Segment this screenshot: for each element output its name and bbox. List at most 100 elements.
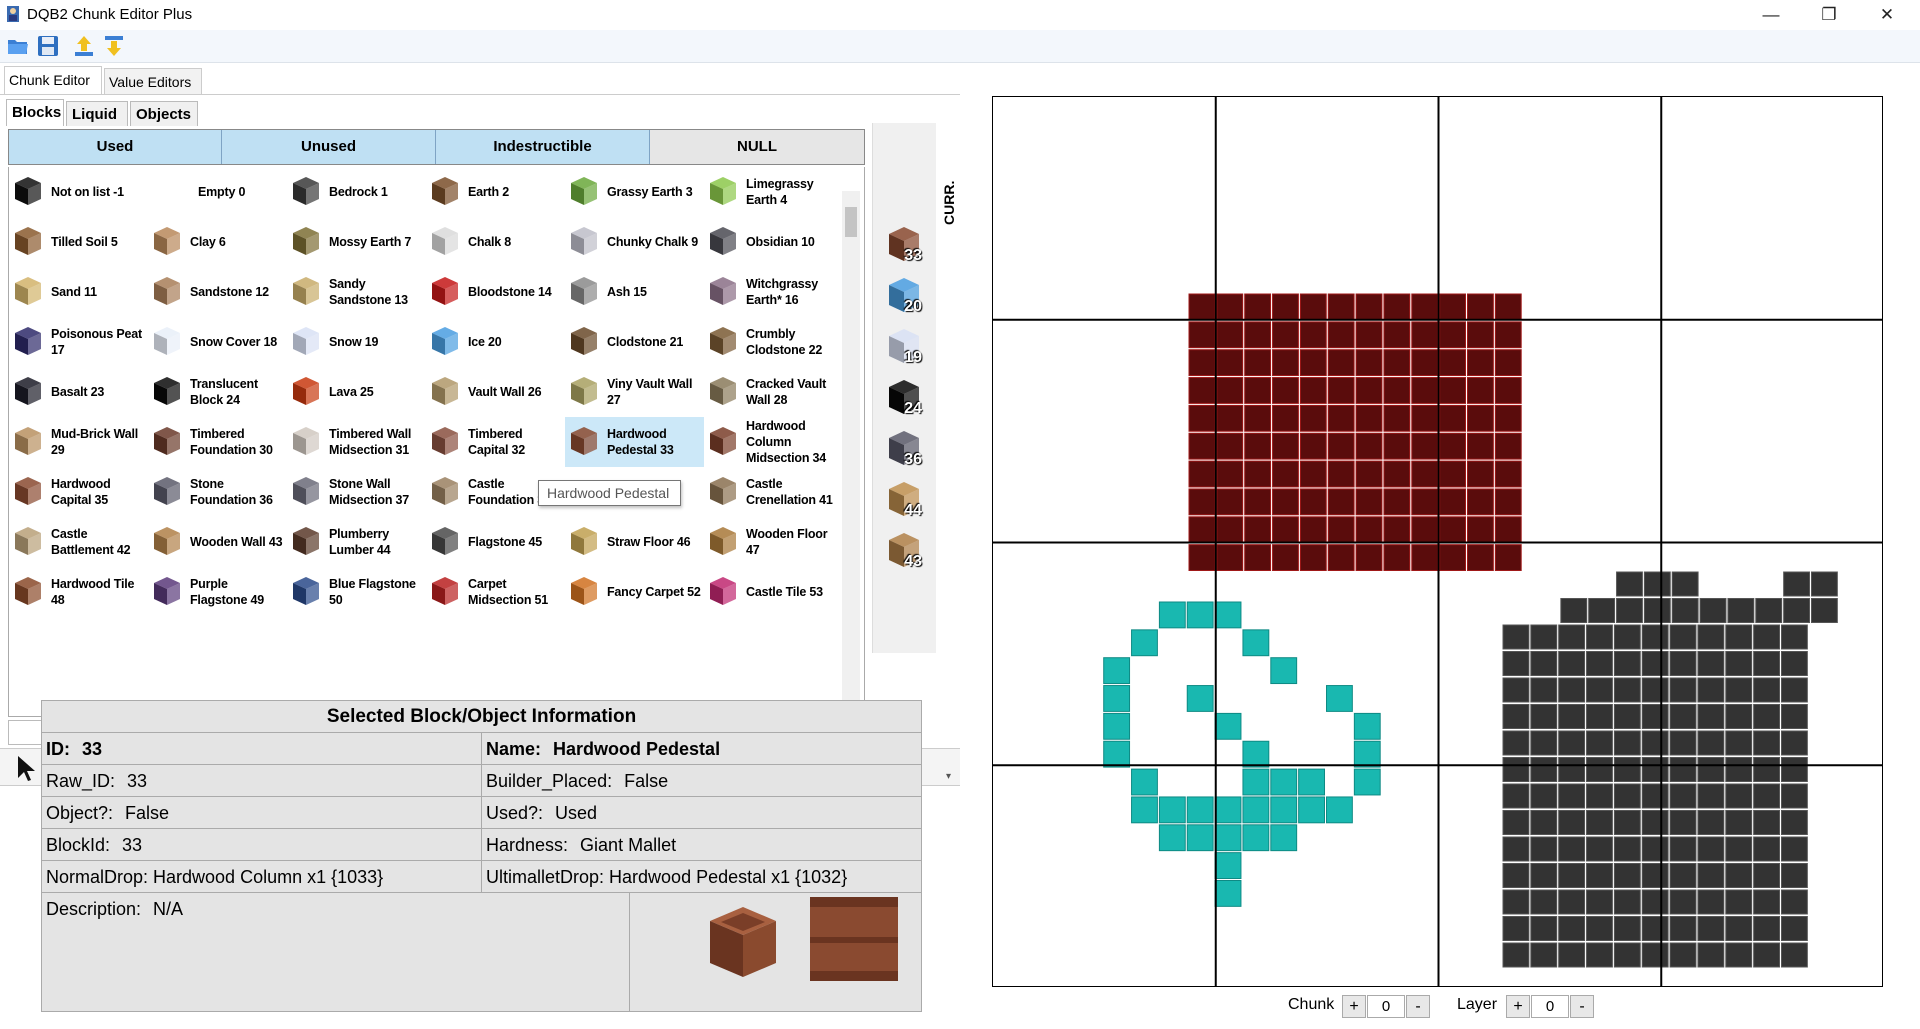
scrollbar-thumb[interactable]: [845, 207, 857, 237]
block-cell[interactable]: Straw Floor 46: [565, 517, 704, 567]
palette-scrollbar[interactable]: [842, 191, 860, 719]
tab-value-editors[interactable]: Value Editors: [104, 68, 202, 95]
block-cell[interactable]: Plumberry Lumber 44: [287, 517, 426, 567]
chunk-minus-button[interactable]: -: [1406, 995, 1430, 1018]
block-cell[interactable]: Limegrassy Earth 4: [704, 167, 843, 217]
block-cell[interactable]: Hardwood Capital 35: [9, 467, 148, 517]
block-cell[interactable]: Mud-Brick Wall 29: [9, 417, 148, 467]
overflow-arrow-icon[interactable]: ▾: [946, 771, 951, 782]
block-cell[interactable]: Hardwood Tile 48: [9, 567, 148, 617]
tab-objects[interactable]: Objects: [130, 101, 198, 126]
dark-block-tile: [1725, 783, 1753, 809]
block-cell[interactable]: Witchgrassy Earth* 16: [704, 267, 843, 317]
filter-unused-button[interactable]: Unused: [222, 130, 436, 164]
block-label: Mud-Brick Wall 29: [51, 427, 139, 457]
chunk-map[interactable]: [992, 96, 1883, 987]
download-icon[interactable]: [102, 34, 126, 58]
dark-block-tile: [1753, 704, 1781, 729]
block-cell[interactable]: Timbered Capital 32: [426, 417, 565, 467]
block-cell[interactable]: Earth 2: [426, 167, 565, 217]
maximize-button[interactable]: ❐: [1806, 0, 1852, 30]
teal-block-tile: [1131, 796, 1158, 824]
filter-null-button[interactable]: NULL: [650, 130, 864, 164]
block-cell[interactable]: Hardwood Pedestal 33: [565, 417, 704, 467]
red-block-tile: [1439, 488, 1466, 516]
block-cell[interactable]: Bedrock 1: [287, 167, 426, 217]
dark-block-tile: [1753, 810, 1781, 835]
close-button[interactable]: ✕: [1864, 0, 1910, 30]
layer-plus-button[interactable]: +: [1506, 995, 1530, 1018]
block-cell[interactable]: Sandy Sandstone 13: [287, 267, 426, 317]
tab-chunk-editor[interactable]: Chunk Editor: [4, 66, 102, 95]
folder-open-icon[interactable]: [6, 34, 30, 58]
current-block-slot[interactable]: 43: [886, 531, 922, 571]
layer-minus-button[interactable]: -: [1570, 995, 1594, 1018]
save-icon[interactable]: [36, 34, 60, 58]
block-cell[interactable]: Castle Battlement 42: [9, 517, 148, 567]
red-block-tile: [1467, 321, 1494, 349]
filter-used-button[interactable]: Used: [9, 130, 222, 164]
block-cell[interactable]: Clodstone 21: [565, 317, 704, 367]
block-cell[interactable]: Flagstone 45: [426, 517, 565, 567]
block-cell[interactable]: Timbered Wall Midsection 31: [287, 417, 426, 467]
pointer-icon[interactable]: [10, 753, 40, 783]
block-cell[interactable]: Snow 19: [287, 317, 426, 367]
block-cell[interactable]: Lava 25: [287, 367, 426, 417]
tab-liquid[interactable]: Liquid: [66, 101, 128, 126]
block-cell[interactable]: Hardwood Column Midsection 34: [704, 417, 843, 467]
block-cell[interactable]: Not on list -1: [9, 167, 148, 217]
block-cell[interactable]: Castle Tile 53: [704, 567, 843, 617]
block-cell[interactable]: Castle Crenellation 41: [704, 467, 843, 517]
block-cell[interactable]: Wooden Floor 47: [704, 517, 843, 567]
block-cell[interactable]: Sand 11: [9, 267, 148, 317]
chunk-map-canvas[interactable]: [993, 97, 1883, 987]
teal-block-tile: [1103, 685, 1131, 712]
current-block-slot[interactable]: 33: [886, 225, 922, 265]
current-block-slot[interactable]: 44: [886, 480, 922, 520]
block-cell[interactable]: Stone Foundation 36: [148, 467, 287, 517]
block-cell[interactable]: Empty 0: [148, 167, 287, 217]
minimize-button[interactable]: —: [1748, 0, 1794, 30]
block-cell[interactable]: Ash 15: [565, 267, 704, 317]
layer-value-input[interactable]: 0: [1531, 995, 1569, 1018]
block-cell[interactable]: Chunky Chalk 9: [565, 217, 704, 267]
block-cell[interactable]: Fancy Carpet 52: [565, 567, 704, 617]
upload-icon[interactable]: [72, 34, 96, 58]
block-cell[interactable]: Grassy Earth 3: [565, 167, 704, 217]
block-cell[interactable]: Purple Flagstone 49: [148, 567, 287, 617]
dark-block-tile: [1725, 810, 1753, 835]
block-cell[interactable]: Obsidian 10: [704, 217, 843, 267]
block-cell[interactable]: Snow Cover 18: [148, 317, 287, 367]
block-cell[interactable]: Sandstone 12: [148, 267, 287, 317]
block-cube-icon: [710, 527, 736, 555]
block-cell[interactable]: Carpet Midsection 51: [426, 567, 565, 617]
block-cell[interactable]: Vault Wall 26: [426, 367, 565, 417]
block-cell[interactable]: Wooden Wall 43: [148, 517, 287, 567]
block-cell[interactable]: Poisonous Peat 17: [9, 317, 148, 367]
filter-indestructible-button[interactable]: Indestructible: [436, 130, 650, 164]
red-block-tile: [1411, 516, 1439, 544]
block-cell[interactable]: Crumbly Clodstone 22: [704, 317, 843, 367]
current-block-slot[interactable]: 36: [886, 429, 922, 469]
block-cell[interactable]: Blue Flagstone 50: [287, 567, 426, 617]
block-cell[interactable]: Ice 20: [426, 317, 565, 367]
block-cell[interactable]: Translucent Block 24: [148, 367, 287, 417]
red-block-tile: [1299, 544, 1327, 571]
dark-block-tile: [1641, 783, 1669, 809]
block-cell[interactable]: Stone Wall Midsection 37: [287, 467, 426, 517]
chunk-value-input[interactable]: 0: [1367, 995, 1405, 1018]
current-block-slot[interactable]: 20: [886, 276, 922, 316]
block-cell[interactable]: Timbered Foundation 30: [148, 417, 287, 467]
block-cell[interactable]: Chalk 8: [426, 217, 565, 267]
current-block-slot[interactable]: 19: [886, 327, 922, 367]
chunk-plus-button[interactable]: +: [1342, 995, 1366, 1018]
block-cell[interactable]: Bloodstone 14: [426, 267, 565, 317]
current-block-slot[interactable]: 24: [886, 378, 922, 418]
block-cell[interactable]: Clay 6: [148, 217, 287, 267]
tab-blocks[interactable]: Blocks: [6, 99, 64, 126]
block-cell[interactable]: Tilled Soil 5: [9, 217, 148, 267]
block-cell[interactable]: Viny Vault Wall 27: [565, 367, 704, 417]
block-cell[interactable]: Mossy Earth 7: [287, 217, 426, 267]
block-cell[interactable]: Cracked Vault Wall 28: [704, 367, 843, 417]
block-cell[interactable]: Basalt 23: [9, 367, 148, 417]
